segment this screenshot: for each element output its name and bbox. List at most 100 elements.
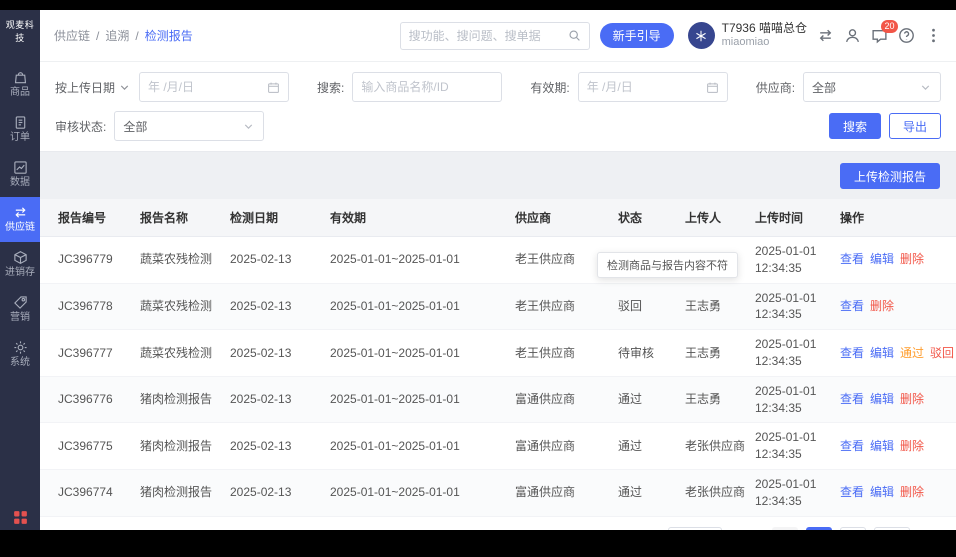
action-view-link[interactable]: 查看 [840, 251, 864, 268]
cell-uploader: 王志勇 [685, 345, 722, 360]
validity-date-input[interactable] [586, 80, 700, 94]
cell-actions: 查看 编辑 通过 驳回 [840, 339, 954, 368]
sidebar-item-orders[interactable]: 订单 [0, 107, 40, 152]
action-view-link[interactable]: 查看 [840, 345, 864, 362]
product-search-input[interactable] [361, 80, 494, 94]
upload-report-button[interactable]: 上传检测报告 [839, 163, 940, 189]
letterbox-bottom [0, 530, 956, 557]
sidebar-item-inventory[interactable]: 进销存 [0, 242, 40, 287]
cell-validity: 2025-01-01~2025-01-01 [330, 392, 460, 407]
sidebar-item-data[interactable]: 数据 [0, 152, 40, 197]
sidebar-item-label: 营销 [10, 312, 30, 323]
breadcrumb-separator: / [135, 28, 139, 43]
breadcrumb-report[interactable]: 检测报告 [145, 27, 193, 44]
cell-supplier: 老王供应商 [515, 345, 576, 360]
cell-validity: 2025-01-01~2025-01-01 [330, 485, 460, 500]
upload-date-input-box [139, 72, 290, 102]
action-delete-link[interactable]: 删除 [900, 484, 924, 501]
message-badge: 20 [881, 20, 898, 33]
content-area: 上传检测报告 报告编号 报告名称 检测日期 有效期 供应商 状态 上传人 上传时间 操作 JC3… [40, 152, 956, 557]
cell-supplier: 老王供应商 [515, 298, 576, 313]
export-button[interactable]: 导出 [888, 113, 941, 139]
action-edit-link[interactable]: 编辑 [870, 251, 894, 268]
column-header: 有效期 [330, 211, 367, 225]
message-icon[interactable]: 20 [871, 20, 898, 44]
sidebar-item-label: 数据 [10, 177, 30, 188]
action-edit-link[interactable]: 编辑 [870, 391, 894, 408]
upload-date-filter-label[interactable]: 按上传日期 [55, 79, 131, 96]
cell-report-id: JC396776 [58, 392, 113, 407]
action-delete-link[interactable]: 删除 [870, 298, 894, 315]
sidebar-item-system[interactable]: 系统 [0, 332, 40, 377]
search-button[interactable]: 搜索 [828, 113, 881, 139]
audit-status-select[interactable]: 全部 [114, 111, 265, 141]
upload-date-input[interactable] [148, 80, 262, 94]
cell-report-id: JC396774 [58, 485, 113, 500]
action-view-link[interactable]: 查看 [840, 298, 864, 315]
breadcrumb-separator: / [96, 28, 100, 43]
action-edit-link[interactable]: 编辑 [870, 438, 894, 455]
account-menu[interactable]: T7936 喵喵总仓 miaomiao [687, 21, 807, 50]
action-view-link[interactable]: 查看 [840, 438, 864, 455]
breadcrumb-supply-chain[interactable]: 供应链 [54, 27, 90, 44]
action-view-link[interactable]: 查看 [840, 484, 864, 501]
audit-status-label: 审核状态: [55, 119, 107, 134]
sidebar-item-goods[interactable]: 商品 [0, 62, 40, 107]
contact-person-icon[interactable] [844, 27, 861, 44]
calendar-icon[interactable] [706, 81, 719, 94]
cell-upload-time: 2025-01-01 12:34:35 [755, 476, 817, 508]
sidebar-item-label: 订单 [10, 132, 30, 143]
filter-bar: 按上传日期 搜索: 有效期: [40, 62, 956, 152]
help-icon[interactable] [898, 27, 915, 44]
action-delete-link[interactable]: 删除 [900, 251, 924, 268]
action-edit-link[interactable]: 编辑 [870, 484, 894, 501]
action-delete-link[interactable]: 删除 [900, 438, 924, 455]
column-header: 供应商 [515, 211, 552, 225]
table-row: JC396774 猪肉检测报告 2025-02-13 2025-01-01~2025-… [40, 469, 956, 517]
filter-row-1: 按上传日期 搜索: 有效期: [55, 72, 941, 102]
cell-report-name: 蔬菜农残检测 [140, 345, 213, 360]
search-icon[interactable] [568, 29, 581, 42]
column-header: 报告名称 [140, 211, 189, 225]
product-search-box [352, 72, 503, 102]
cell-test-date: 2025-02-13 [230, 485, 292, 500]
supplier-filter-label: 供应商: [755, 80, 796, 95]
main-area: 供应链 / 追溯 / 检测报告 新手引导 T7936 喵喵总仓 miaomiao [40, 10, 956, 557]
app-logo: 观麦科技 [5, 20, 35, 43]
cell-actions: 查看 编辑 删除 [840, 432, 938, 461]
more-vertical-icon[interactable] [925, 27, 942, 44]
chevron-down-icon [242, 120, 255, 133]
supplier-select[interactable]: 全部 [803, 72, 941, 102]
global-search-input[interactable] [408, 28, 562, 43]
status-tooltip: 检测商品与报告内容不符 [597, 252, 738, 278]
tag-icon [13, 295, 28, 310]
breadcrumb-trace[interactable]: 追溯 [105, 27, 129, 44]
avatar [687, 22, 715, 49]
account-name: T7936 喵喵总仓 [721, 21, 807, 36]
global-search-box [399, 21, 590, 50]
cell-report-name: 猪肉检测报告 [140, 438, 213, 453]
column-header: 上传时间 [755, 211, 804, 225]
cell-report-id: JC396777 [58, 345, 113, 360]
action-reject-link[interactable]: 驳回 [930, 345, 954, 362]
top-header: 供应链 / 追溯 / 检测报告 新手引导 T7936 喵喵总仓 miaomiao [40, 10, 956, 62]
sidebar-item-marketing[interactable]: 营销 [0, 287, 40, 332]
action-edit-link[interactable]: 编辑 [870, 345, 894, 362]
audit-status-value: 全部 [123, 119, 148, 134]
report-table: 报告编号 报告名称 检测日期 有效期 供应商 状态 上传人 上传时间 操作 JC396779 蔬菜… [40, 199, 956, 557]
cell-actions: 查看 删除 [840, 292, 938, 321]
swap-icon[interactable] [817, 27, 834, 44]
cell-report-name: 蔬菜农残检测 [140, 252, 213, 267]
calendar-icon[interactable] [267, 81, 280, 94]
action-view-link[interactable]: 查看 [840, 391, 864, 408]
screen: 观麦科技 商品订单数据供应链进销存营销系统 供应链/ 追溯/ 检测报告 新手引导 [0, 0, 956, 557]
filter-row-2: 审核状态: 全部 搜索 导出 [55, 111, 941, 141]
newbie-guide-button[interactable]: 新手引导 [599, 23, 674, 48]
chevron-down-icon [118, 81, 131, 94]
filter-buttons: 搜索 导出 [828, 113, 941, 139]
apps-grid-icon[interactable] [12, 509, 29, 526]
sidebar-item-supply-chain[interactable]: 供应链 [0, 197, 40, 242]
action-pass-link[interactable]: 通过 [900, 345, 924, 362]
cell-upload-time: 2025-01-01 12:34:35 [755, 337, 817, 368]
action-delete-link[interactable]: 删除 [900, 391, 924, 408]
